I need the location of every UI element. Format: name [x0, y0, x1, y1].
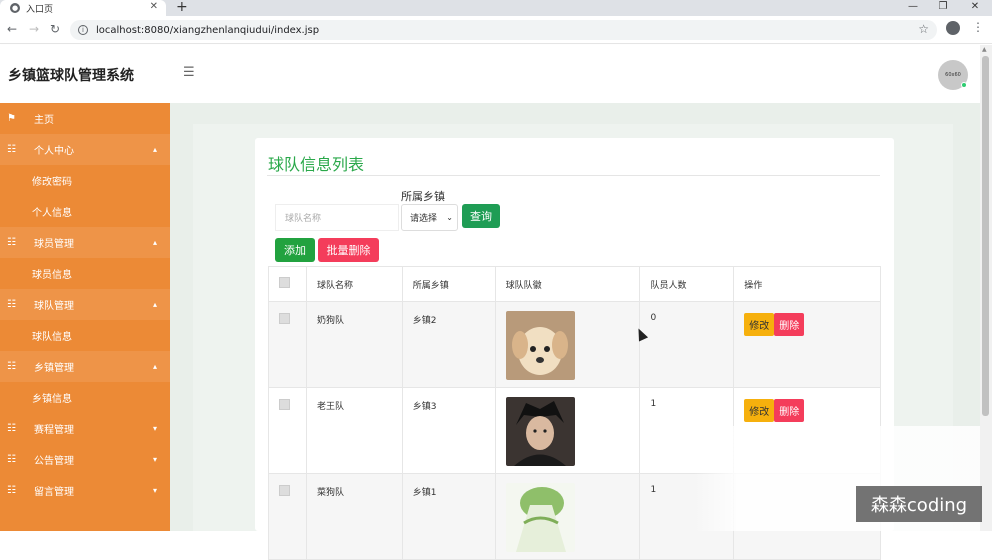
hamburger-menu-icon[interactable]: ☰: [183, 65, 195, 80]
list-icon: ☷: [7, 299, 16, 310]
puppy-emblem-image: [505, 311, 575, 380]
title-divider: [267, 175, 880, 176]
sidebar-item-town-info[interactable]: 乡镇信息: [0, 382, 170, 413]
town-cell: 乡镇3: [401, 387, 496, 474]
video-watermark: 森森coding: [856, 486, 982, 522]
batch-delete-button[interactable]: 批量删除: [318, 238, 379, 262]
emblem-cell: [494, 473, 641, 560]
app-header: 乡镇篮球队管理系统 ☰ 60x60: [0, 45, 980, 103]
back-icon[interactable]: ←: [7, 22, 17, 36]
delete-button[interactable]: 删除: [774, 399, 805, 422]
chevron-down-icon: ⌄: [446, 213, 453, 222]
new-tab-button[interactable]: +: [176, 0, 188, 15]
browser-tab-bar: ● 入口页 ✕ + — ❐ ✕: [0, 0, 992, 16]
select-all-cell: [268, 266, 307, 302]
tab-title: 入口页: [26, 4, 54, 15]
row-checkbox[interactable]: [279, 485, 290, 496]
browser-menu-icon[interactable]: ⋮: [972, 20, 984, 34]
column-header: 操作: [733, 266, 881, 302]
town-cell: 乡镇2: [401, 301, 496, 388]
table-header-row: 球队名称 所属乡镇 球队队徽 队员人数 操作: [268, 266, 881, 302]
list-icon: ☷: [7, 361, 16, 372]
sidebar-group-notice-management[interactable]: ☷ 公告管理 ▾: [0, 444, 170, 475]
emblem-cell: [494, 387, 641, 474]
town-cell: 乡镇1: [401, 473, 496, 560]
sidebar-item-personal-info[interactable]: 个人信息: [0, 196, 170, 227]
forward-icon[interactable]: →: [29, 22, 39, 36]
team-name-search-input[interactable]: 球队名称: [275, 204, 399, 231]
town-select[interactable]: 请选择 ⌄: [401, 204, 458, 231]
select-all-checkbox[interactable]: [279, 277, 290, 288]
restore-icon[interactable]: ❐: [928, 0, 958, 14]
list-icon: ☷: [7, 423, 16, 434]
minimize-icon[interactable]: —: [898, 0, 928, 14]
window-close-icon[interactable]: ✕: [960, 0, 990, 14]
chevron-down-icon: ▾: [153, 486, 158, 495]
town-filter-label: 所属乡镇: [401, 190, 445, 203]
globe-icon: ●: [10, 3, 20, 13]
bookmark-star-icon[interactable]: ☆: [918, 22, 929, 36]
chevron-up-icon: ▴: [153, 362, 158, 371]
chevron-up-icon: ▴: [153, 300, 158, 309]
sidebar-group-schedule-management[interactable]: ☷ 赛程管理 ▾: [0, 413, 170, 444]
cabbage-emblem-image: [505, 483, 575, 552]
add-button[interactable]: 添加: [275, 238, 315, 262]
address-bar: ← → ↻ i localhost:8080/xiangzhenlanqiudu…: [0, 16, 992, 44]
delete-button[interactable]: 删除: [774, 313, 805, 336]
edit-button[interactable]: 修改: [744, 399, 775, 422]
list-icon: ☷: [7, 454, 16, 465]
row-checkbox[interactable]: [279, 313, 290, 324]
page-title: 球队信息列表: [268, 155, 365, 174]
column-header: 所属乡镇: [401, 266, 496, 302]
emblem-cell: [494, 301, 641, 388]
flag-icon: ⚑: [7, 113, 16, 124]
scroll-up-arrow-icon[interactable]: ▲: [982, 46, 987, 53]
sidebar-group-player-management[interactable]: ☷ 球员管理 ▴: [0, 227, 170, 258]
team-name-cell: 老王队: [305, 387, 403, 474]
browser-tab[interactable]: ● 入口页 ✕: [0, 0, 166, 16]
chevron-down-icon: ▾: [153, 424, 158, 433]
member-count-cell: 0: [639, 301, 735, 388]
url-field[interactable]: i localhost:8080/xiangzhenlanqiudui/inde…: [70, 20, 937, 40]
reload-icon[interactable]: ↻: [50, 22, 60, 36]
chevron-up-icon: ▴: [153, 238, 158, 247]
chevron-up-icon: ▴: [153, 145, 158, 154]
table-row: 奶狗队 乡镇2 0 修改 删除: [268, 301, 881, 388]
query-button[interactable]: 查询: [462, 204, 500, 228]
online-status-dot: [961, 82, 967, 88]
column-header: 队员人数: [639, 266, 735, 302]
sidebar-item-player-info[interactable]: 球员信息: [0, 258, 170, 289]
column-header: 球队队徽: [494, 266, 641, 302]
scrollbar-thumb[interactable]: [982, 56, 989, 416]
team-name-cell: 菜狗队: [305, 473, 403, 560]
profile-icon[interactable]: [946, 21, 960, 35]
man-portrait-emblem-image: [505, 397, 575, 466]
sidebar-item-team-info[interactable]: 球队信息: [0, 320, 170, 351]
edit-button[interactable]: 修改: [744, 313, 775, 336]
list-icon: ☷: [7, 144, 16, 155]
url-text: localhost:8080/xiangzhenlanqiudui/index.…: [96, 24, 320, 36]
row-checkbox[interactable]: [279, 399, 290, 410]
sidebar-item-change-password[interactable]: 修改密码: [0, 165, 170, 196]
list-icon: ☷: [7, 237, 16, 248]
sidebar-group-town-management[interactable]: ☷ 乡镇管理 ▴: [0, 351, 170, 382]
close-icon[interactable]: ✕: [150, 1, 158, 12]
info-icon[interactable]: i: [78, 25, 88, 35]
app-title: 乡镇篮球队管理系统: [8, 68, 134, 84]
team-name-cell: 奶狗队: [305, 301, 403, 388]
column-header: 球队名称: [305, 266, 403, 302]
sidebar-group-personal-center[interactable]: ☷ 个人中心 ▴: [0, 134, 170, 165]
actions-cell: 修改 删除: [733, 301, 881, 388]
sidebar-item-home[interactable]: ⚑ 主页: [0, 103, 170, 134]
list-icon: ☷: [7, 485, 16, 496]
sidebar-group-team-management[interactable]: ☷ 球队管理 ▴: [0, 289, 170, 320]
chevron-down-icon: ▾: [153, 455, 158, 464]
sidebar-group-message-management[interactable]: ☷ 留言管理 ▾: [0, 475, 170, 506]
